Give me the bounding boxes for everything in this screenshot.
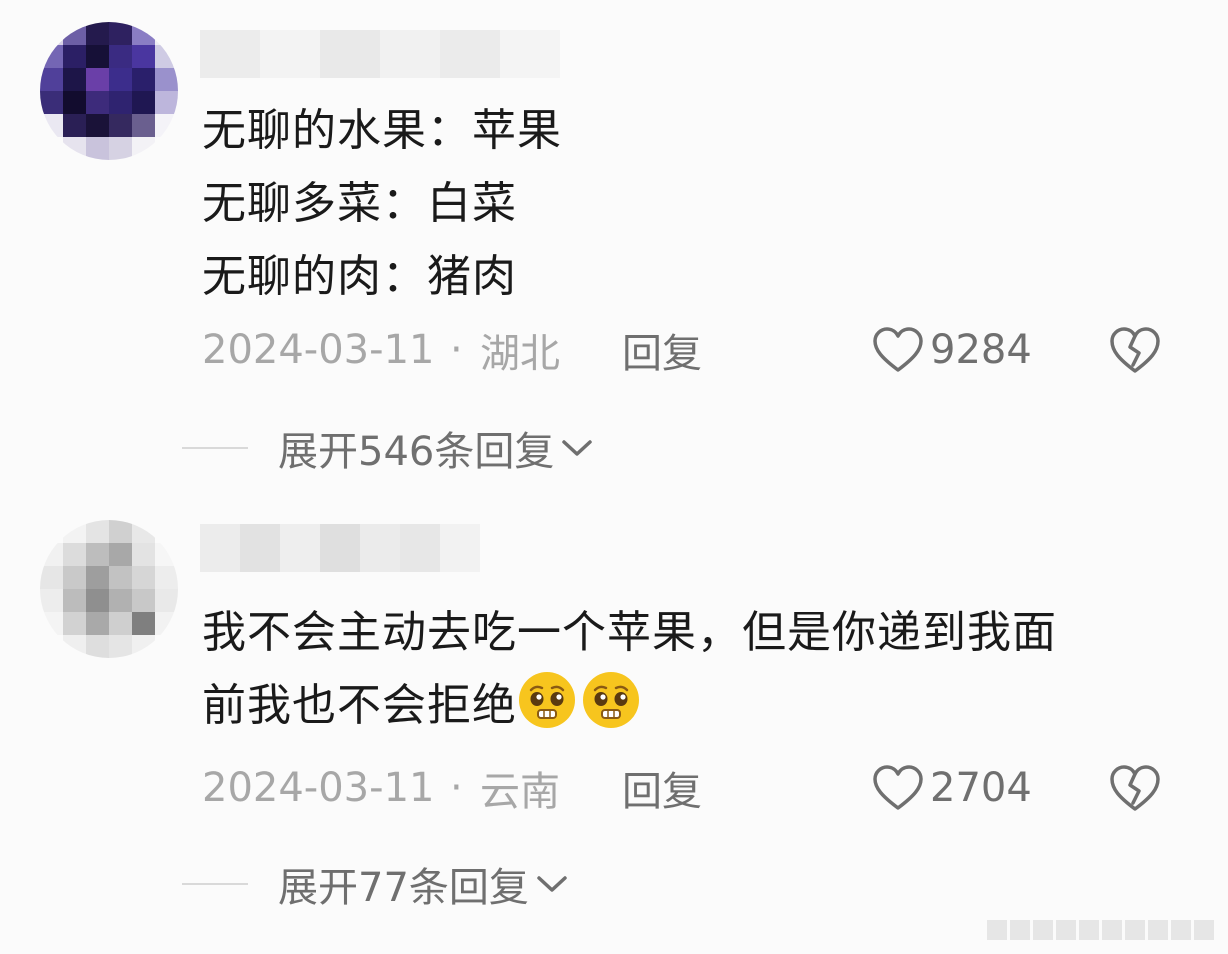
comment-meta: 2024-03-11 · 湖北 回复 9284 xyxy=(202,320,1228,380)
like-count: 9284 xyxy=(930,327,1032,373)
username-blurred[interactable] xyxy=(200,30,560,78)
expand-replies-label: 展开77条回复 xyxy=(278,865,529,911)
expand-replies-button[interactable]: 展开546条回复 xyxy=(182,418,594,478)
like-button[interactable]: 9284 xyxy=(872,326,1032,374)
comment-text: 无聊的水果：苹果 无聊多菜：白菜 无聊的肉：猪肉 xyxy=(202,94,562,313)
comment-text-line: 我不会主动去吃一个苹果，但是你递到我面 xyxy=(202,607,1057,658)
comment-location: 云南 xyxy=(480,769,560,815)
like-count: 2704 xyxy=(930,765,1032,811)
comment-text: 我不会主动去吃一个苹果，但是你递到我面 前我也不会拒绝 xyxy=(202,596,1057,742)
pleading-face-emoji xyxy=(583,672,639,728)
watermark-pixels xyxy=(987,920,1214,940)
chevron-down-icon xyxy=(562,440,593,456)
divider-line xyxy=(182,447,248,449)
heart-outline-icon xyxy=(873,327,923,372)
expand-replies-button[interactable]: 展开77条回复 xyxy=(182,854,569,914)
comment-text-line-with-emoji: 前我也不会拒绝 xyxy=(202,669,1057,742)
divider-line xyxy=(182,883,248,885)
comment-text-line: 无聊的水果：苹果 xyxy=(202,105,562,156)
avatar[interactable] xyxy=(40,22,178,160)
like-button[interactable]: 2704 xyxy=(872,764,1032,812)
meta-separator: · xyxy=(450,327,463,373)
pleading-face-emoji xyxy=(519,672,575,728)
avatar[interactable] xyxy=(40,520,178,658)
heart-outline-icon xyxy=(873,765,923,810)
meta-separator: · xyxy=(450,765,463,811)
comment-meta: 2024-03-11 · 云南 回复 2704 xyxy=(202,758,1228,818)
comment-item: 无聊的水果：苹果 无聊多菜：白菜 无聊的肉：猪肉 2024-03-11 · 湖北… xyxy=(0,0,1228,500)
username-blurred[interactable] xyxy=(200,524,480,572)
broken-heart-icon[interactable] xyxy=(1108,763,1162,813)
expand-replies-label: 展开546条回复 xyxy=(278,429,555,475)
comment-date: 2024-03-11 xyxy=(202,327,435,373)
comment-text-line: 无聊多菜：白菜 xyxy=(202,178,517,229)
comment-item: 我不会主动去吃一个苹果，但是你递到我面 前我也不会拒绝 2024-03-11 ·… xyxy=(0,500,1228,954)
reply-button[interactable]: 回复 xyxy=(622,321,702,379)
reply-button[interactable]: 回复 xyxy=(622,759,702,817)
broken-heart-icon[interactable] xyxy=(1108,325,1162,375)
chevron-down-icon xyxy=(537,876,567,892)
comment-text-line: 无聊的肉：猪肉 xyxy=(202,251,517,302)
comment-location: 湖北 xyxy=(480,331,560,377)
comment-text-line: 前我也不会拒绝 xyxy=(202,680,517,731)
comment-date: 2024-03-11 xyxy=(202,765,435,811)
